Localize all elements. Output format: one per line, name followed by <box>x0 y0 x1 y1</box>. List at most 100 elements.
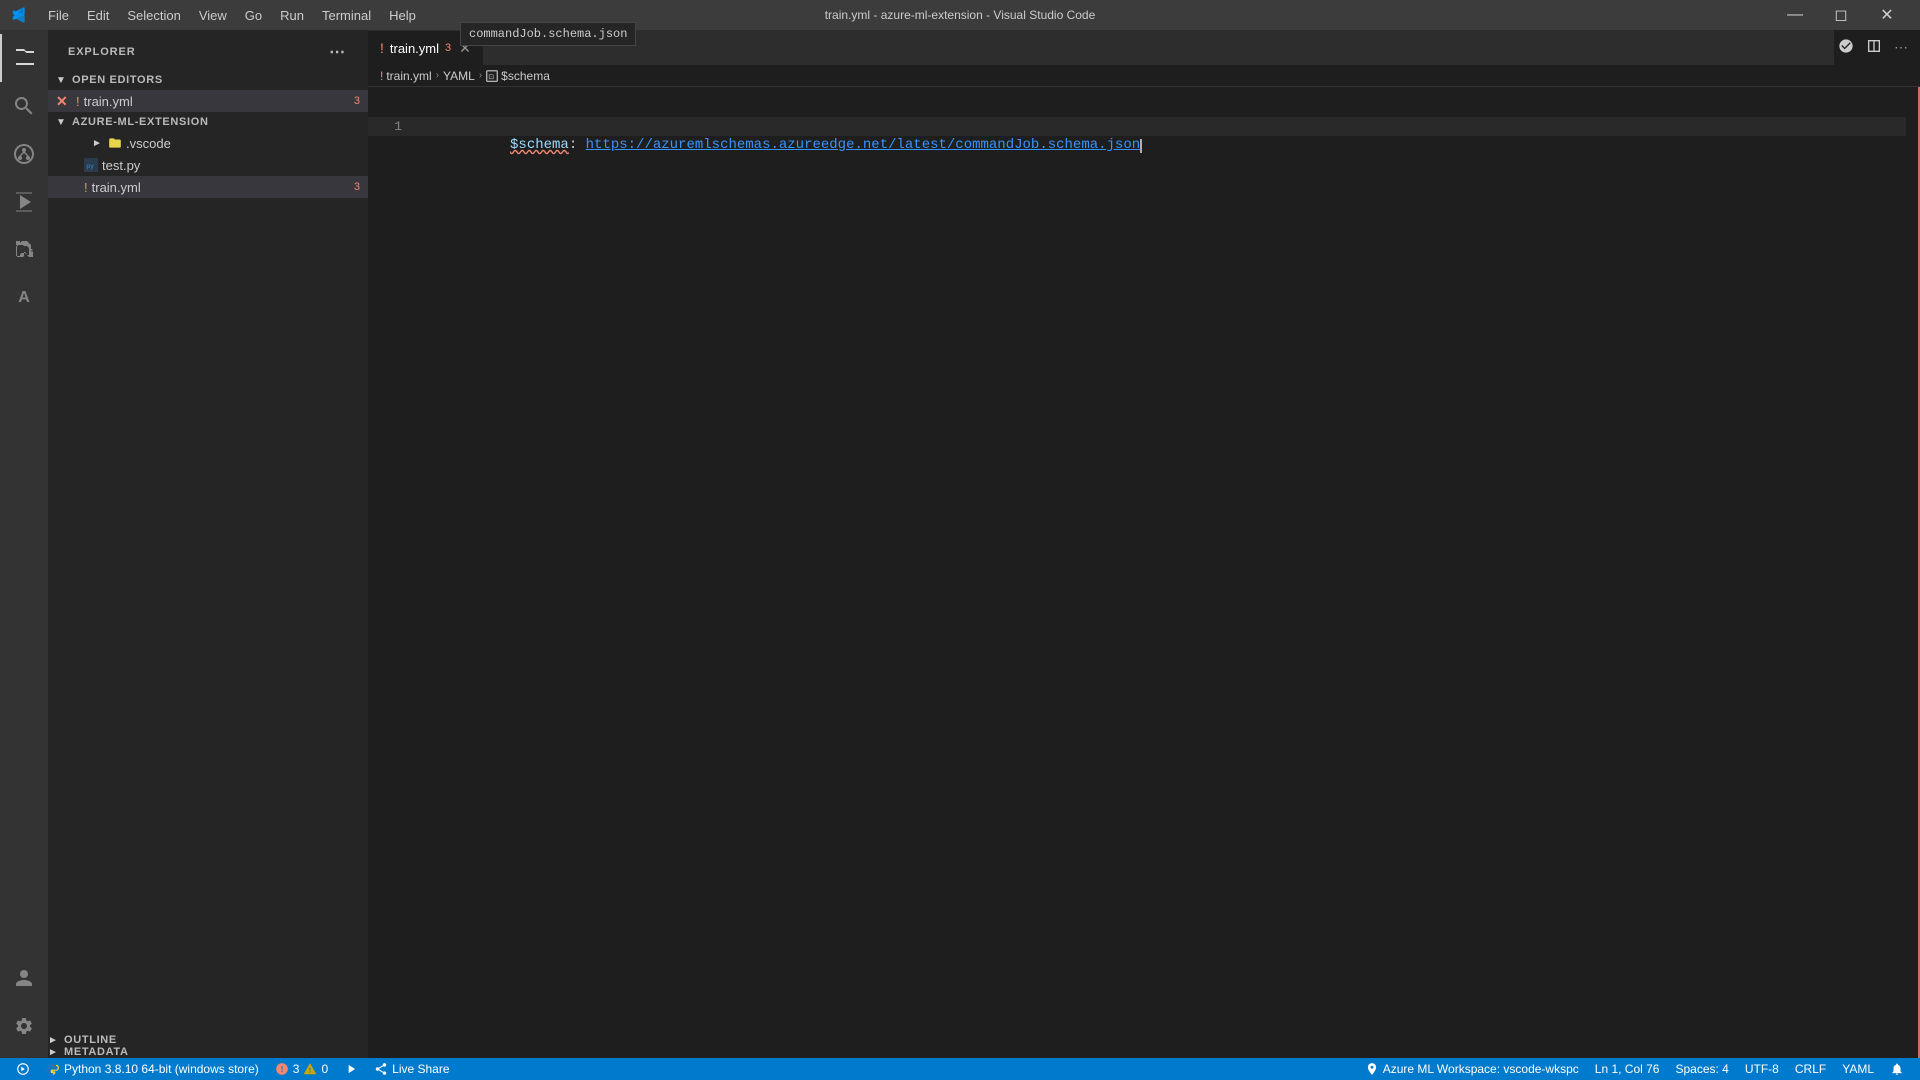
svg-text:py: py <box>86 163 94 170</box>
project-chevron: ▼ <box>56 117 68 128</box>
project-label: Azure-ML-Extension <box>72 116 209 128</box>
activity-accounts[interactable] <box>0 954 48 1002</box>
project-section[interactable]: ▼ Azure-ML-Extension <box>48 112 368 132</box>
open-editor-train-yml[interactable]: ✕ ! train.yml 3 <box>48 90 368 112</box>
menu-help[interactable]: Help <box>381 6 424 25</box>
extensions-icon <box>12 238 36 262</box>
menu-file[interactable]: File <box>40 6 77 25</box>
explorer-icon <box>13 46 37 70</box>
status-spaces[interactable]: Spaces: 4 <box>1667 1058 1736 1080</box>
train-yml-error-icon: ! <box>84 180 88 195</box>
open-editors-section[interactable]: ▼ Open Editors <box>48 70 368 90</box>
status-workspace-label: Azure ML Workspace: vscode-wkspc <box>1383 1062 1579 1076</box>
status-spaces-label: Spaces: 4 <box>1675 1062 1728 1076</box>
file-train-yml-badge: 3 <box>354 181 360 193</box>
breadcrumb: ! train.yml › YAML › ⊡ $schema <box>368 65 1920 87</box>
bell-icon <box>1890 1062 1904 1076</box>
close-editor-icon[interactable]: ✕ <box>56 93 68 110</box>
status-language-label: YAML <box>1842 1062 1874 1076</box>
status-errors-count: 3 <box>293 1062 300 1076</box>
activity-azure[interactable]: A <box>0 274 48 322</box>
file-test-py[interactable]: py test.py <box>48 154 368 176</box>
breadcrumb-error-icon: ! <box>380 69 383 83</box>
remote-icon[interactable] <box>1834 34 1858 61</box>
outline-label: Outline <box>64 1034 117 1046</box>
status-run[interactable] <box>336 1058 366 1080</box>
open-editors-label: Open Editors <box>72 74 163 86</box>
sidebar-more-options[interactable]: ⋯ <box>327 40 348 64</box>
breadcrumb-filename: train.yml <box>386 69 431 83</box>
status-warnings-count: 0 <box>321 1062 328 1076</box>
title-bar-right: — ◻ ✕ <box>1772 0 1910 30</box>
vscode-folder-name: .vscode <box>126 136 171 151</box>
activity-explorer[interactable] <box>0 34 48 82</box>
main-layout: A Explorer ⋯ ▼ Open E <box>0 30 1920 1058</box>
activity-bar: A <box>0 30 48 1058</box>
status-workspace[interactable]: Azure ML Workspace: vscode-wkspc <box>1357 1058 1587 1080</box>
source-control-icon <box>12 142 36 166</box>
schema-tooltip-text: commandJob.schema.json <box>469 30 627 41</box>
run-status-icon <box>344 1062 358 1076</box>
folder-chevron: ► <box>92 138 104 149</box>
menu-view[interactable]: View <box>191 6 235 25</box>
editor-area: ! train.yml 3 ✕ ⋯ ! train.yml <box>368 30 1920 1058</box>
sidebar-title-label: Explorer <box>68 46 136 58</box>
open-editors-chevron: ▼ <box>56 75 68 86</box>
outline-section[interactable]: ► Outline <box>48 1034 368 1046</box>
metadata-section[interactable]: ► Metadata <box>48 1046 368 1058</box>
status-python[interactable]: Python 3.8.10 64-bit (windows store) <box>38 1058 267 1080</box>
status-line-ending[interactable]: CRLF <box>1787 1058 1834 1080</box>
file-train-yml-name: train.yml <box>92 180 350 195</box>
error-status-icon <box>275 1062 289 1076</box>
search-icon <box>12 94 36 118</box>
breadcrumb-symbol[interactable]: ⊡ $schema <box>486 69 550 83</box>
close-button[interactable]: ✕ <box>1864 0 1910 30</box>
text-cursor <box>1140 139 1142 153</box>
status-notifications[interactable] <box>1882 1058 1912 1080</box>
status-remote[interactable] <box>8 1058 38 1080</box>
status-live-share[interactable]: Live Share <box>366 1058 457 1080</box>
title-bar: File Edit Selection View Go Run Terminal… <box>0 0 1920 30</box>
breadcrumb-sep-2: › <box>479 70 482 81</box>
tab-filename: train.yml <box>390 41 439 56</box>
status-position[interactable]: Ln 1, Col 76 <box>1587 1058 1668 1080</box>
status-encoding-label: UTF-8 <box>1745 1062 1779 1076</box>
accounts-icon <box>14 968 34 988</box>
maximize-button[interactable]: ◻ <box>1818 0 1864 30</box>
metadata-label: Metadata <box>64 1046 129 1058</box>
breadcrumb-file[interactable]: ! train.yml <box>380 69 432 83</box>
code-editor[interactable]: 1 $schema: https://azuremlschemas.azuree… <box>368 87 1920 1058</box>
scroll-indicator[interactable] <box>1906 87 1920 1058</box>
breadcrumb-section[interactable]: YAML <box>443 69 475 83</box>
python-file-icon: py <box>84 158 98 172</box>
menu-edit[interactable]: Edit <box>79 6 117 25</box>
activity-search[interactable] <box>0 82 48 130</box>
menu-run[interactable]: Run <box>272 6 312 25</box>
window-title: train.yml - azure-ml-extension - Visual … <box>825 8 1096 22</box>
open-editor-filename: train.yml <box>84 94 350 109</box>
activity-run[interactable] <box>0 178 48 226</box>
split-editor-button[interactable] <box>1862 34 1886 61</box>
sidebar-header-actions: ⋯ <box>327 40 348 64</box>
status-encoding[interactable]: UTF-8 <box>1737 1058 1787 1080</box>
menu-go[interactable]: Go <box>237 6 270 25</box>
menu-selection[interactable]: Selection <box>119 6 188 25</box>
activity-source-control[interactable] <box>0 130 48 178</box>
vscode-folder[interactable]: ► .vscode <box>48 132 368 154</box>
line-number-1: 1 <box>368 117 418 136</box>
status-language[interactable]: YAML <box>1834 1058 1882 1080</box>
status-errors[interactable]: 3 0 <box>267 1058 336 1080</box>
tab-error-icon: ! <box>380 40 384 56</box>
status-bar: Python 3.8.10 64-bit (windows store) 3 0… <box>0 1058 1920 1080</box>
colon: : <box>569 137 586 153</box>
metadata-chevron: ► <box>48 1047 60 1058</box>
more-actions-button[interactable]: ⋯ <box>1890 35 1912 60</box>
activity-settings[interactable] <box>0 1002 48 1050</box>
activity-extensions[interactable] <box>0 226 48 274</box>
warning-status-icon <box>303 1062 317 1076</box>
file-train-yml[interactable]: ! train.yml 3 <box>48 176 368 198</box>
minimize-button[interactable]: — <box>1772 0 1818 30</box>
breadcrumb-symbol-name: $schema <box>501 69 550 83</box>
schema-url[interactable]: https://azuremlschemas.azureedge.net/lat… <box>586 137 1141 153</box>
menu-terminal[interactable]: Terminal <box>314 6 379 25</box>
